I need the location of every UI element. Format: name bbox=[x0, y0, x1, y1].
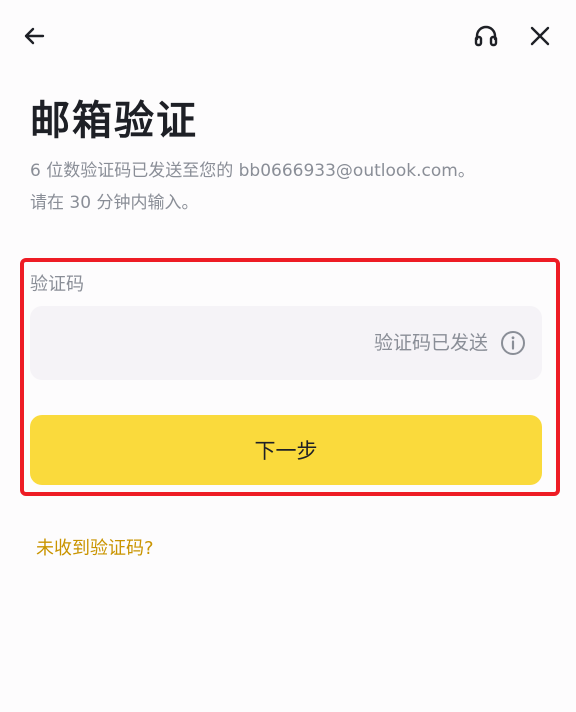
customer-support-button[interactable] bbox=[466, 16, 506, 56]
top-bar bbox=[0, 0, 576, 72]
page-title: 邮箱验证 bbox=[30, 98, 198, 144]
arrow-left-icon bbox=[24, 27, 45, 45]
headset-icon bbox=[474, 25, 498, 47]
instruction-line-timeout: 请在 30 分钟内输入。 bbox=[30, 193, 199, 213]
resend-code-link[interactable]: 未收到验证码? bbox=[36, 534, 154, 560]
verification-code-input[interactable] bbox=[30, 306, 330, 380]
verification-instructions: 6 位数验证码已发送至您的 bb0666933@outlook.com。 请在 … bbox=[30, 155, 550, 219]
code-input-container[interactable]: 验证码已发送 bbox=[30, 306, 542, 380]
back-button[interactable] bbox=[14, 16, 54, 56]
code-sent-status: 验证码已发送 bbox=[373, 332, 488, 354]
instruction-line-email: 6 位数验证码已发送至您的 bb0666933@outlook.com。 bbox=[30, 161, 475, 181]
code-field-label: 验证码 bbox=[30, 274, 84, 295]
next-step-button[interactable]: 下一步 bbox=[30, 415, 542, 485]
info-circle-icon[interactable] bbox=[500, 330, 526, 356]
close-button[interactable] bbox=[520, 16, 560, 56]
close-icon bbox=[530, 26, 550, 46]
